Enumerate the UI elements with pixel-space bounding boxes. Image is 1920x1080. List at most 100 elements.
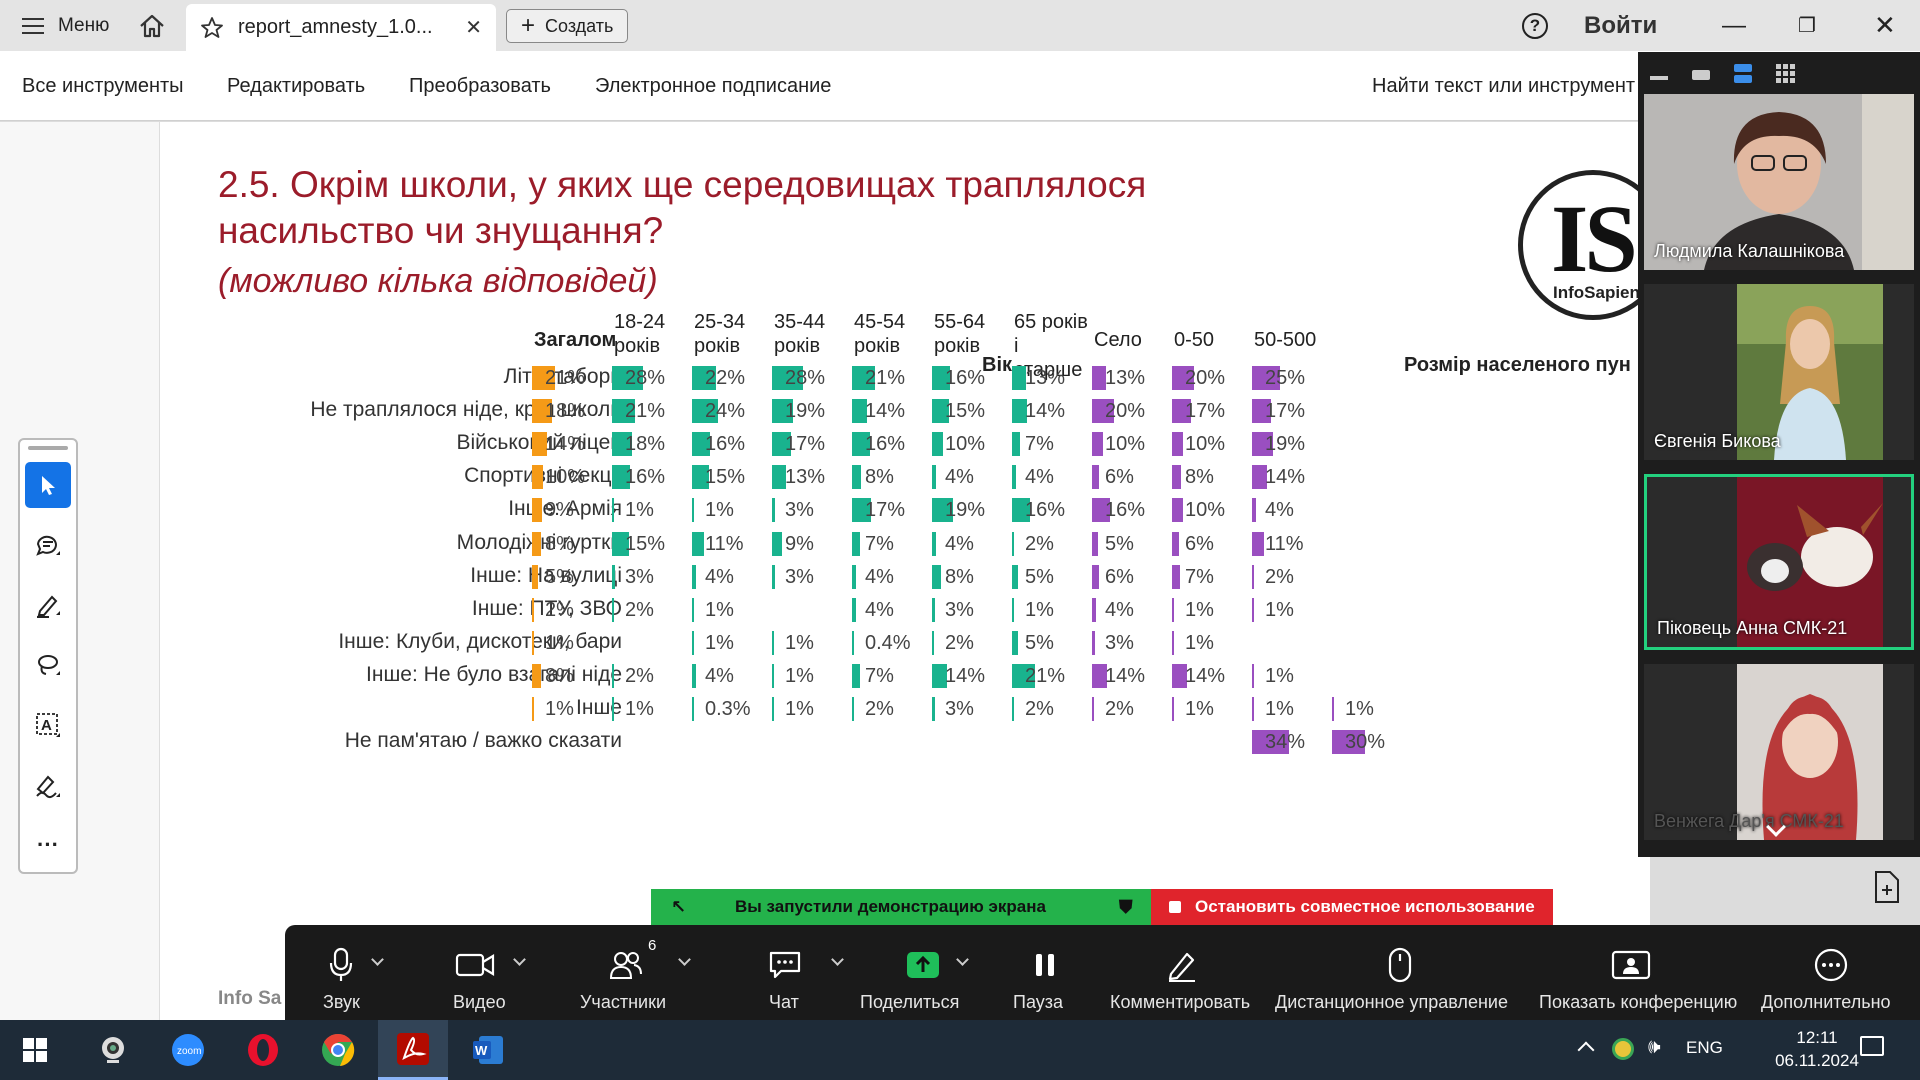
value-label: 5% [1025, 631, 1054, 654]
participants-count: 6 [648, 937, 657, 954]
participant-tile[interactable]: Людмила Калашнікова [1644, 94, 1914, 270]
chat-button[interactable]: Чат [763, 925, 853, 1020]
opera-icon [248, 1034, 278, 1066]
notifications-icon[interactable] [1860, 1036, 1884, 1056]
maximize-icon[interactable]: ❐ [1798, 0, 1816, 51]
single-view-icon[interactable] [1692, 64, 1712, 84]
sharing-status[interactable]: ↖ Вы запустили демонстрацию экрана ⛊ [651, 889, 1151, 925]
value-bar [1012, 432, 1020, 457]
value-label: 2% [545, 598, 574, 621]
more-tools-icon[interactable]: ··· [25, 822, 71, 868]
remote-control-button[interactable]: Дистанционное управление [1275, 925, 1525, 1020]
chevron-down-icon[interactable] [513, 953, 526, 966]
value-label: 1% [705, 499, 734, 522]
select-tool-button[interactable] [25, 462, 71, 508]
taskbar-zoom-app[interactable]: zoom [153, 1020, 223, 1080]
table-cell: 2% [612, 597, 690, 624]
start-button[interactable] [0, 1020, 70, 1080]
value-bar [932, 465, 936, 490]
taskbar-webcam-app[interactable] [78, 1020, 148, 1080]
draw-tool-button[interactable] [25, 642, 71, 688]
taskbar-acrobat-app[interactable] [378, 1020, 448, 1080]
video-button[interactable]: Видео [453, 925, 553, 1020]
value-bar [1092, 366, 1106, 390]
table-cell: 6% [1092, 465, 1170, 491]
table-cell: 10% [532, 465, 610, 491]
annotate-button[interactable]: Комментировать [1110, 925, 1260, 1020]
participants-button[interactable]: 6 Участники [580, 925, 691, 1020]
value-bar [692, 498, 694, 523]
table-cell: 1% [1172, 597, 1250, 624]
strip-view-icon[interactable] [1734, 64, 1754, 84]
sign-tool-button[interactable] [25, 762, 71, 808]
chevron-down-icon[interactable] [831, 953, 844, 966]
table-cell: 7% [852, 531, 930, 558]
volume-icon[interactable]: 🕪 [1648, 1036, 1661, 1059]
text-tool-button[interactable]: A [25, 702, 71, 748]
column-header: Загалом [534, 329, 617, 351]
close-window-icon[interactable]: ✕ [1874, 0, 1896, 51]
tab-e-sign[interactable]: Электронное подписание [595, 75, 831, 98]
taskbar-opera-app[interactable] [228, 1020, 298, 1080]
tab-all-tools[interactable]: Все инструменты [22, 75, 184, 98]
show-meeting-button[interactable]: Показать конференцию [1539, 925, 1737, 1020]
menu-button[interactable]: Меню [22, 0, 109, 51]
value-label: 16% [625, 466, 666, 489]
tray-chevron-icon[interactable] [1577, 1041, 1595, 1059]
close-tab-icon[interactable]: ✕ [465, 15, 482, 40]
windows-icon [23, 1038, 47, 1062]
more-button[interactable]: Дополнительно [1761, 925, 1901, 1020]
create-button[interactable]: + Создать [506, 9, 629, 43]
table-cell: 11% [692, 531, 770, 558]
share-button[interactable]: Поделиться [860, 925, 1000, 1020]
chevron-down-icon[interactable] [678, 953, 691, 966]
taskbar-word-app[interactable]: W [453, 1020, 523, 1080]
minimize-icon[interactable]: — [1722, 0, 1746, 51]
value-label: 14% [545, 433, 586, 456]
audio-button[interactable]: Звук [323, 925, 413, 1020]
tray-app-icon[interactable] [1612, 1038, 1634, 1060]
chevron-down-icon[interactable] [956, 953, 969, 966]
table-cell: 4% [1092, 597, 1170, 624]
tab-edit[interactable]: Редактировать [227, 75, 365, 98]
minimize-gallery-icon[interactable] [1650, 64, 1670, 84]
value-bar [1012, 630, 1018, 655]
stop-sharing-button[interactable]: Остановить совместное использование [1151, 889, 1553, 925]
highlight-tool-button[interactable] [25, 582, 71, 628]
text-box-icon: A [36, 713, 60, 737]
participant-tile[interactable]: Євгенія Бикова [1644, 284, 1914, 460]
login-button[interactable]: Войти [1584, 0, 1657, 51]
find-text-or-tool[interactable]: Найти текст или инструмент [1372, 75, 1635, 98]
help-button[interactable]: ? [1522, 0, 1548, 51]
language-indicator[interactable]: ENG [1686, 1038, 1723, 1058]
value-bar [932, 564, 941, 589]
panel-grip[interactable] [28, 446, 68, 450]
home-button[interactable] [138, 0, 166, 51]
table-cell: 13% [772, 465, 850, 491]
column-header: Село [1094, 329, 1142, 351]
camera-icon [453, 945, 497, 985]
value-bar [692, 630, 694, 655]
clock-time: 12:11 [1796, 1028, 1838, 1047]
comment-tool-button[interactable] [25, 522, 71, 568]
chevron-down-icon[interactable] [371, 953, 384, 966]
meeting-window-icon [1609, 945, 1653, 985]
pause-button[interactable]: Пауза [1013, 925, 1083, 1020]
value-label: 8% [1185, 466, 1214, 489]
table-cell: 2% [1252, 564, 1330, 591]
column-header: 25-34 років [694, 311, 746, 357]
participant-tile[interactable]: Венжега Дар'я СМК-21 [1644, 664, 1914, 840]
taskbar-chrome-app[interactable] [303, 1020, 373, 1080]
star-icon[interactable] [200, 16, 224, 40]
clock[interactable]: 12:11 06.11.2024 [1764, 1026, 1870, 1072]
value-bar [1012, 564, 1018, 589]
table-cell: 17% [852, 498, 930, 524]
value-bar [1012, 366, 1026, 390]
column-header: 35-44 років [774, 311, 826, 357]
table-cell: 1% [1012, 597, 1090, 624]
tab-convert[interactable]: Преобразовать [409, 75, 551, 98]
export-pdf-icon[interactable] [1872, 870, 1902, 906]
grid-view-icon[interactable] [1776, 64, 1796, 84]
participant-tile-active-speaker[interactable]: Піковець Анна СМК-21 [1644, 474, 1914, 650]
document-tab[interactable]: report_amnesty_1.0... ✕ [186, 4, 496, 51]
